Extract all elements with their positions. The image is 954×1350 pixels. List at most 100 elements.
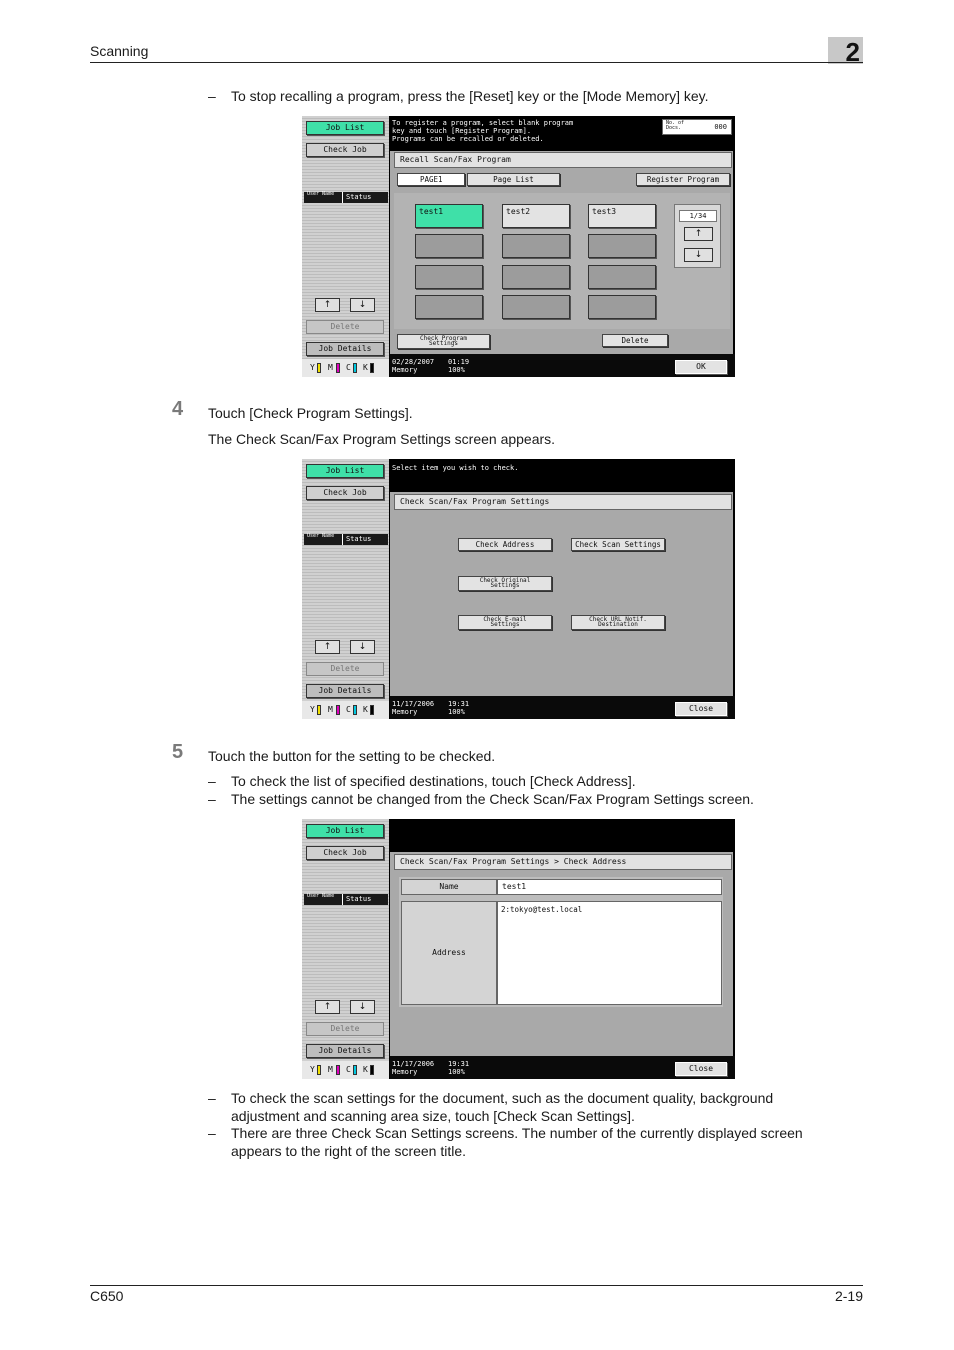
address-label: Address xyxy=(401,901,497,1005)
program-delete-button[interactable]: Delete xyxy=(602,334,668,347)
bullet-text: To check the scan settings for the docum… xyxy=(231,1090,774,1124)
memory-value: 100% xyxy=(448,1068,465,1076)
dash-marker: – xyxy=(208,791,216,807)
docs-label: No. of Docs. xyxy=(666,120,685,131)
delete-button[interactable]: Delete xyxy=(306,662,384,676)
scroll-up-button[interactable]: ↑ xyxy=(315,1000,340,1014)
toner-y-label: Y xyxy=(310,1065,315,1074)
program-key-test3[interactable]: test3 xyxy=(588,204,656,228)
scroll-up-button[interactable]: ↑ xyxy=(315,640,340,654)
toner-levels: Y M C K xyxy=(302,1061,389,1079)
page-down-button[interactable]: ↓ xyxy=(684,248,713,262)
status-footer: 02/28/2007 01:19 Memory 100% OK xyxy=(390,354,735,377)
page-list-button[interactable]: Page List xyxy=(467,173,560,186)
close-button[interactable]: Close xyxy=(675,1062,727,1076)
name-value: test1 xyxy=(497,879,722,895)
dash-marker: – xyxy=(208,773,216,789)
check-scan-settings-button[interactable]: Check Scan Settings xyxy=(571,538,665,551)
bullet-text: To check the list of specified destinati… xyxy=(231,773,636,789)
status-label: Status xyxy=(342,534,371,545)
chapter-number: 2 xyxy=(845,37,860,67)
toner-k-label: K xyxy=(363,705,368,714)
screen-recall-program: Job List Check Job User Name Status ↑ ↓ … xyxy=(302,116,735,377)
toner-c-label: C xyxy=(346,363,351,372)
toner-c-label: C xyxy=(346,1065,351,1074)
program-key-empty[interactable] xyxy=(502,234,570,258)
check-url-destination-button[interactable]: Check URL Notif. Destination xyxy=(571,615,665,630)
check-email-settings-button[interactable]: Check E-mail Settings xyxy=(458,615,552,630)
delete-button[interactable]: Delete xyxy=(306,1022,384,1036)
time-text: 19:31 xyxy=(448,700,470,708)
job-status-header: User Name Status xyxy=(304,534,388,545)
tab-page1[interactable]: PAGE1 xyxy=(397,173,465,186)
memory-label: Memory xyxy=(392,366,418,374)
page-up-button[interactable]: ↑ xyxy=(684,227,713,241)
chapter-tab: 2 xyxy=(828,37,863,67)
program-key-empty[interactable] xyxy=(502,295,570,319)
toner-k-bar xyxy=(370,705,374,715)
check-job-button[interactable]: Check Job xyxy=(306,486,384,500)
header-rule xyxy=(90,62,863,63)
scroll-down-button[interactable]: ↓ xyxy=(350,640,375,654)
status-footer: 11/17/2006 19:31 Memory 100% Close xyxy=(390,696,735,719)
name-label: Name xyxy=(401,879,497,895)
date-text: 02/28/2007 xyxy=(392,358,435,366)
scroll-down-button[interactable]: ↓ xyxy=(350,298,375,312)
job-details-button[interactable]: Job Details xyxy=(306,342,384,356)
step-number: 4 xyxy=(172,398,184,420)
bullet-text: There are three Check Scan Settings scre… xyxy=(231,1125,803,1159)
status-label: Status xyxy=(342,192,371,203)
program-key-empty[interactable] xyxy=(502,265,570,289)
instruction-message: Select item you wish to check. xyxy=(392,464,519,472)
toner-m-label: M xyxy=(328,705,333,714)
toner-levels: Y M C K xyxy=(302,359,389,377)
check-job-button[interactable]: Check Job xyxy=(306,846,384,860)
delete-button[interactable]: Delete xyxy=(306,320,384,334)
program-key-test1[interactable]: test1 xyxy=(415,204,483,228)
program-key-empty[interactable] xyxy=(588,234,656,258)
program-key-empty[interactable] xyxy=(415,265,483,289)
left-panel: Job List Check Job User Name Status ↑ ↓ … xyxy=(302,819,389,1079)
page-scroller: 1/34 ↑ ↓ xyxy=(674,204,721,268)
job-list-button[interactable]: Job List xyxy=(306,464,384,478)
toner-m-label: M xyxy=(328,363,333,372)
program-key-empty[interactable] xyxy=(588,265,656,289)
scroll-down-button[interactable]: ↓ xyxy=(350,1000,375,1014)
close-button[interactable]: Close xyxy=(675,702,727,716)
toner-levels: Y M C K xyxy=(302,701,389,719)
job-details-button[interactable]: Job Details xyxy=(306,1044,384,1058)
register-program-button[interactable]: Register Program xyxy=(636,173,730,186)
check-address-button[interactable]: Check Address xyxy=(458,538,552,551)
ok-button[interactable]: OK xyxy=(675,360,727,374)
intro-text: To stop recalling a program, press the [… xyxy=(231,88,709,104)
memory-label: Memory xyxy=(392,708,418,716)
toner-m-bar xyxy=(336,705,340,715)
dash-marker: – xyxy=(208,1125,216,1141)
toner-y-bar xyxy=(317,363,321,373)
program-key-empty[interactable] xyxy=(588,295,656,319)
job-list-button[interactable]: Job List xyxy=(306,824,384,838)
scroll-up-button[interactable]: ↑ xyxy=(315,298,340,312)
check-program-settings-button[interactable]: Check Program Settings xyxy=(397,334,490,349)
toner-k-bar xyxy=(370,363,374,373)
program-key-empty[interactable] xyxy=(415,295,483,319)
screen-title: Check Scan/Fax Program Settings > Check … xyxy=(394,854,732,870)
toner-c-bar xyxy=(353,1065,357,1075)
toner-m-bar xyxy=(336,1065,340,1075)
footer-rule xyxy=(90,1285,863,1286)
job-details-button[interactable]: Job Details xyxy=(306,684,384,698)
bullet-text: The settings cannot be changed from the … xyxy=(231,791,754,807)
job-list-button[interactable]: Job List xyxy=(306,121,384,135)
model-name: C650 xyxy=(90,1288,124,1304)
page-indicator: 1/34 xyxy=(679,210,717,222)
toner-m-bar xyxy=(336,363,340,373)
date-text: 11/17/2006 xyxy=(392,700,435,708)
program-key-empty[interactable] xyxy=(415,234,483,258)
program-key-test2[interactable]: test2 xyxy=(502,204,570,228)
dash-marker: – xyxy=(208,1090,216,1106)
check-job-button[interactable]: Check Job xyxy=(306,143,384,157)
memory-value: 100% xyxy=(448,366,465,374)
check-original-settings-button[interactable]: Check Original Settings xyxy=(458,576,552,591)
status-label: Status xyxy=(342,894,371,905)
user-name-label: User Name xyxy=(307,533,335,539)
